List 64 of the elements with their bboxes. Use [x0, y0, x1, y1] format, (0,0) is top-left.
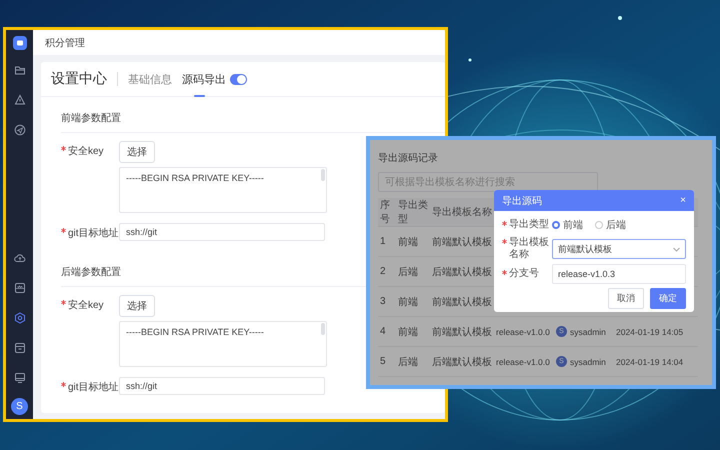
- monitor-icon: [14, 282, 26, 294]
- tab[interactable]: 源码导出: [182, 62, 226, 96]
- sidebar-item[interactable]: [12, 122, 28, 138]
- field-label: 导出类型: [509, 219, 549, 231]
- tab[interactable]: 基础信息: [128, 62, 172, 96]
- input-field[interactable]: ssh://git: [119, 223, 325, 241]
- section-title: 前端参数配置: [61, 97, 445, 133]
- field-label: 安全key: [68, 298, 104, 312]
- user-avatar[interactable]: S: [11, 398, 28, 415]
- table-cell: 1: [378, 226, 396, 256]
- table-cell: 后端: [396, 256, 430, 286]
- table-cell: 3: [378, 286, 396, 316]
- field-label: 安全key: [68, 144, 104, 158]
- cancel-button[interactable]: 取消: [608, 288, 644, 309]
- key-text: -----BEGIN RSA PRIVATE KEY-----: [125, 172, 265, 185]
- key-text-area[interactable]: -----BEGIN RSA PRIVATE KEY-----: [119, 321, 327, 367]
- display-icon: [14, 372, 26, 384]
- table-cell: 2024-01-19 14:04: [614, 346, 698, 376]
- key-text-area[interactable]: -----BEGIN RSA PRIVATE KEY-----: [119, 167, 327, 213]
- table-cell: 前端: [396, 226, 430, 256]
- column-header: 导出模板名称: [430, 198, 494, 226]
- radio-option[interactable]: 前端: [552, 218, 583, 232]
- confirm-button[interactable]: 确定: [650, 288, 686, 309]
- column-header: 导出类型: [396, 198, 430, 226]
- send-icon: [14, 124, 26, 136]
- input-field[interactable]: release-v1.0.3: [552, 264, 686, 284]
- settings-icon: [14, 312, 26, 324]
- select-field[interactable]: 前端默认模板: [552, 239, 686, 259]
- table-cell: 前端: [396, 286, 430, 316]
- table-cell: 5: [378, 346, 396, 376]
- table-cell: 4: [378, 316, 396, 346]
- table-cell: 后端: [396, 346, 430, 376]
- close-button[interactable]: ×: [680, 195, 686, 206]
- table-cell: release-v1.0.0: [494, 346, 554, 376]
- field-label: git目标地址: [68, 226, 119, 240]
- radio-option[interactable]: 后端: [595, 218, 626, 232]
- folder-icon: [14, 64, 26, 76]
- settings-title: 设置中心: [51, 70, 107, 88]
- table-cell: sysadmin: [570, 356, 606, 366]
- archive-icon: [14, 342, 26, 354]
- field-label: git目标地址: [68, 380, 119, 394]
- dialog-title: 导出源码: [502, 194, 542, 208]
- table-cell: 前端: [396, 316, 430, 346]
- table-cell: 前端默认模板: [430, 316, 494, 346]
- table-cell: 2: [378, 256, 396, 286]
- warning-icon: [14, 94, 26, 106]
- logo-icon: [12, 36, 26, 50]
- table-cell: sysadmin: [570, 326, 606, 336]
- select-button[interactable]: 选择: [119, 295, 155, 317]
- toggle-switch[interactable]: [230, 74, 247, 84]
- table-cell: 后端默认模板: [430, 346, 494, 376]
- input-field[interactable]: ssh://git: [119, 377, 325, 395]
- cloud-upload-icon: [14, 252, 26, 264]
- window-title: 导出源码记录: [378, 152, 439, 166]
- caret-icon: [673, 246, 680, 252]
- field-label: 导出模板名称: [509, 237, 549, 261]
- column-header: 序号: [378, 198, 396, 226]
- field-label: 分支号: [509, 268, 540, 280]
- key-text: -----BEGIN RSA PRIVATE KEY-----: [125, 326, 265, 339]
- select-value: 前端默认模板: [558, 242, 612, 256]
- page-title: 积分管理: [45, 36, 85, 50]
- table-cell: release-v1.0.0: [494, 316, 554, 346]
- table-cell: 2024-01-19 14:05: [614, 316, 698, 346]
- select-button[interactable]: 选择: [119, 141, 155, 163]
